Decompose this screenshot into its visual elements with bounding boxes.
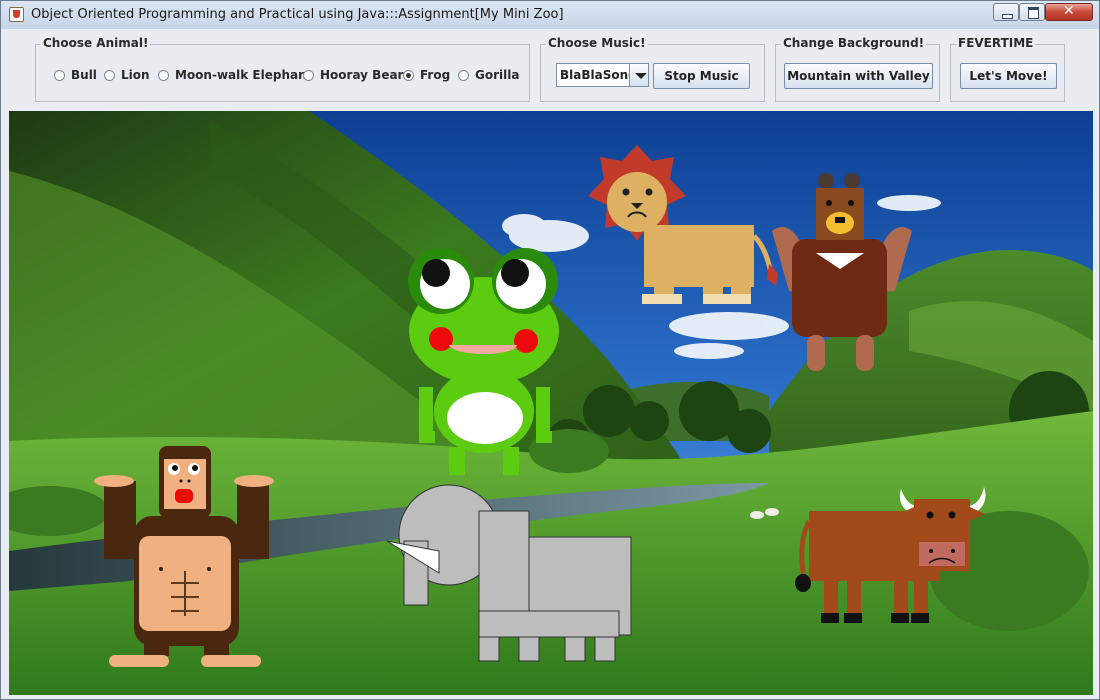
bear-leg bbox=[856, 335, 874, 371]
java-app-icon bbox=[9, 7, 24, 22]
minimize-icon bbox=[1002, 14, 1013, 19]
radio-dot[interactable] bbox=[303, 69, 314, 81]
choose-animal-panel: Choose Animal! Bull Lion Moon-walk Eleph… bbox=[35, 36, 530, 102]
minimize-button[interactable] bbox=[993, 3, 1019, 21]
bear-ear bbox=[844, 173, 860, 189]
bull-leg bbox=[847, 581, 861, 617]
radio-label-frog: Frog bbox=[420, 68, 451, 82]
radio-dot[interactable] bbox=[158, 69, 169, 81]
bull-leg bbox=[824, 581, 838, 617]
gorilla-leg bbox=[144, 631, 169, 656]
bull-hoof bbox=[844, 613, 862, 623]
change-background-title: Change Background! bbox=[781, 36, 927, 50]
choose-music-title: Choose Music! bbox=[546, 36, 648, 50]
choose-music-panel: Choose Music! BlaBlaSong Stop Music bbox=[540, 36, 765, 102]
radio-label-gorilla: Gorilla bbox=[475, 68, 520, 82]
frog-foot bbox=[419, 431, 435, 443]
maximize-button[interactable] bbox=[1019, 3, 1045, 21]
frog-pupil bbox=[501, 259, 529, 287]
gorilla-leg bbox=[204, 631, 229, 656]
elephant-leg bbox=[478, 636, 500, 662]
title-bar[interactable]: Object Oriented Programming and Practica… bbox=[1, 1, 1099, 29]
gorilla-foot bbox=[109, 655, 169, 667]
frog-foot bbox=[449, 447, 465, 475]
fevertime-panel: FEVERTIME Let's Move! bbox=[950, 36, 1065, 102]
bull-tail-tip bbox=[795, 574, 811, 592]
bull-leg bbox=[894, 581, 908, 617]
close-button[interactable]: ✕ bbox=[1045, 3, 1093, 21]
frog-belly bbox=[447, 392, 523, 444]
lion-paw bbox=[703, 294, 725, 304]
radio-dot-selected[interactable] bbox=[403, 69, 414, 81]
frog-foot bbox=[503, 447, 519, 475]
bull-muzzle bbox=[919, 542, 965, 566]
gorilla-arm bbox=[237, 481, 269, 559]
bull-hoof bbox=[911, 613, 929, 623]
radio-moon-walk-elephant[interactable]: Moon-walk Elephant bbox=[158, 68, 312, 82]
bear-ear bbox=[818, 173, 834, 189]
elephant-leg bbox=[594, 636, 616, 662]
elephant-leg bbox=[518, 636, 540, 662]
radio-hooray-bear[interactable]: Hooray Bear bbox=[303, 68, 403, 82]
choose-animal-title: Choose Animal! bbox=[41, 36, 151, 50]
gorilla-arm bbox=[104, 481, 136, 559]
bull-hoof bbox=[821, 613, 839, 623]
radio-bull[interactable]: Bull bbox=[54, 68, 97, 82]
elephant-ear bbox=[478, 510, 530, 614]
radio-dot[interactable] bbox=[458, 69, 469, 81]
lion-face bbox=[607, 172, 667, 232]
radio-label-bear: Hooray Bear bbox=[320, 68, 404, 82]
frog-leg bbox=[536, 387, 550, 437]
music-select[interactable]: BlaBlaSong bbox=[556, 63, 637, 87]
radio-gorilla[interactable]: Gorilla bbox=[458, 68, 519, 82]
gorilla-hand bbox=[234, 475, 274, 487]
frog-cheek bbox=[429, 327, 453, 351]
lion-paw bbox=[642, 294, 682, 304]
radio-frog[interactable]: Frog bbox=[403, 68, 450, 82]
gorilla-hand bbox=[94, 475, 134, 487]
radio-label-bull: Bull bbox=[71, 68, 97, 82]
change-background-panel: Change Background! Mountain with Valley bbox=[775, 36, 940, 102]
lets-move-button[interactable]: Let's Move! bbox=[960, 63, 1057, 89]
bull-leg bbox=[914, 581, 928, 617]
frog-foot bbox=[536, 431, 552, 443]
elephant-leg bbox=[564, 636, 586, 662]
zoo-scene-svg bbox=[9, 111, 1093, 695]
radio-label-lion: Lion bbox=[121, 68, 150, 82]
zoo-scene-canvas[interactable] bbox=[9, 111, 1093, 695]
frog-leg bbox=[419, 387, 433, 437]
radio-dot[interactable] bbox=[104, 69, 115, 81]
close-icon: ✕ bbox=[1063, 3, 1075, 19]
background-button[interactable]: Mountain with Valley bbox=[784, 63, 933, 89]
lion-paw bbox=[725, 294, 751, 304]
fevertime-title: FEVERTIME bbox=[956, 36, 1036, 50]
stop-music-button[interactable]: Stop Music bbox=[653, 63, 750, 89]
radio-lion[interactable]: Lion bbox=[104, 68, 150, 82]
elephant-belly bbox=[478, 610, 620, 638]
radio-dot[interactable] bbox=[54, 69, 65, 81]
lion-body bbox=[644, 225, 754, 287]
gorilla-mouth bbox=[175, 489, 193, 503]
gorilla-foot bbox=[201, 655, 261, 667]
frog[interactable] bbox=[408, 248, 559, 475]
bear-leg bbox=[807, 335, 825, 371]
frog-pupil bbox=[422, 259, 450, 287]
maximize-icon bbox=[1028, 7, 1039, 19]
bull-hoof bbox=[891, 613, 909, 623]
radio-label-elephant: Moon-walk Elephant bbox=[175, 68, 313, 82]
window-title: Object Oriented Programming and Practica… bbox=[31, 7, 564, 22]
frog-cheek bbox=[514, 329, 538, 353]
music-select-dropdown-icon[interactable] bbox=[629, 63, 649, 87]
app-window: Object Oriented Programming and Practica… bbox=[0, 0, 1100, 700]
